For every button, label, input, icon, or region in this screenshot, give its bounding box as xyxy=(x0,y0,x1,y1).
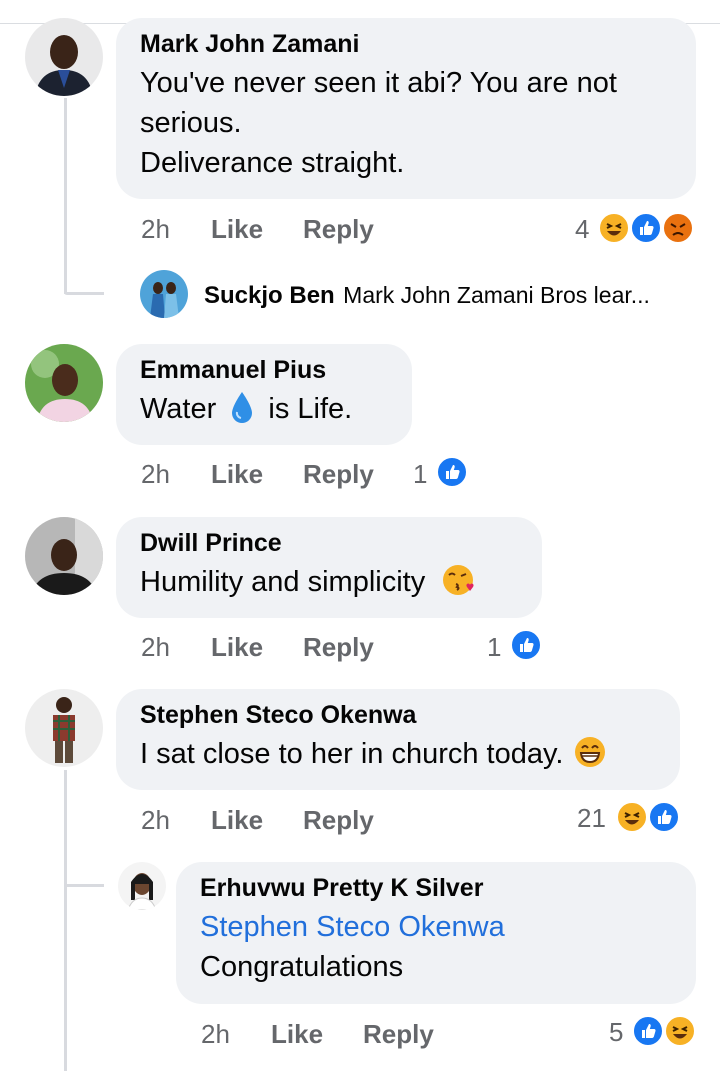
comment-bubble[interactable]: Dwill Prince Humility and simplicity xyxy=(116,517,542,618)
author-name[interactable]: Mark John Zamani xyxy=(140,30,672,59)
author-name[interactable]: Erhuvwu Pretty K Silver xyxy=(200,874,672,903)
reply-button[interactable]: Reply xyxy=(303,214,374,245)
reaction-count[interactable]: 1 xyxy=(487,632,501,663)
avatar[interactable] xyxy=(25,344,103,422)
comment-text: Humility and simplicity xyxy=(140,562,518,608)
reply-button[interactable]: Reply xyxy=(303,459,374,490)
mention-link[interactable]: Stephen Steco Okenwa xyxy=(200,907,672,947)
comment-bubble[interactable]: Emmanuel Pius Water is Life. xyxy=(116,344,412,445)
thread-connector xyxy=(64,292,104,295)
comment-text: Water is Life. xyxy=(140,389,388,435)
like-icon[interactable] xyxy=(510,629,542,661)
reaction-count[interactable]: 5 xyxy=(609,1017,623,1048)
comment-text-line: serious. xyxy=(140,107,242,139)
author-name[interactable]: Emmanuel Pius xyxy=(140,356,388,385)
avatar[interactable] xyxy=(25,18,103,96)
timestamp[interactable]: 2h xyxy=(141,632,170,663)
comment-bubble[interactable]: Stephen Steco Okenwa I sat close to her … xyxy=(116,689,680,790)
reply-text: Congratulations xyxy=(200,951,404,983)
like-icon[interactable] xyxy=(630,212,662,244)
like-button[interactable]: Like xyxy=(211,805,263,836)
avatar[interactable] xyxy=(25,517,103,595)
haha-icon[interactable] xyxy=(616,801,648,833)
reaction-count[interactable]: 1 xyxy=(413,459,427,490)
like-icon[interactable] xyxy=(436,456,468,488)
like-button[interactable]: Like xyxy=(211,214,263,245)
author-name[interactable]: Suckjo Ben xyxy=(204,282,335,309)
comment-text-part: I sat close to her in church today. xyxy=(140,738,564,770)
avatar[interactable] xyxy=(25,689,103,767)
thread-line xyxy=(64,98,67,294)
reply-button[interactable]: Reply xyxy=(363,1019,434,1050)
like-icon[interactable] xyxy=(648,801,680,833)
avatar[interactable] xyxy=(118,862,166,910)
reply-bubble[interactable]: Erhuvwu Pretty K Silver Stephen Steco Ok… xyxy=(176,862,696,1004)
comment-text-part: Humility and simplicity xyxy=(140,566,426,598)
comment-text-part: Water xyxy=(140,393,217,425)
like-button[interactable]: Like xyxy=(211,632,263,663)
reaction-count[interactable]: 4 xyxy=(575,214,589,245)
collapsed-reply[interactable]: Suckjo Ben Mark John Zamani Bros lear... xyxy=(204,282,650,310)
timestamp[interactable]: 2h xyxy=(141,805,170,836)
like-button[interactable]: Like xyxy=(271,1019,323,1050)
timestamp[interactable]: 2h xyxy=(141,214,170,245)
like-button[interactable]: Like xyxy=(211,459,263,490)
comment-text: I sat close to her in church today. xyxy=(140,734,656,780)
grin-emoji-icon xyxy=(573,735,607,780)
timestamp[interactable]: 2h xyxy=(141,459,170,490)
timestamp[interactable]: 2h xyxy=(201,1019,230,1050)
reply-preview: Mark John Zamani Bros lear... xyxy=(343,282,650,308)
angry-icon[interactable] xyxy=(662,212,694,244)
author-name[interactable]: Dwill Prince xyxy=(140,529,518,558)
reply-button[interactable]: Reply xyxy=(303,805,374,836)
comment-bubble[interactable]: Mark John Zamani You've never seen it ab… xyxy=(116,18,696,199)
reaction-count[interactable]: 21 xyxy=(577,803,606,834)
haha-icon[interactable] xyxy=(664,1015,696,1047)
comment-text-part: is Life. xyxy=(268,393,353,425)
avatar[interactable] xyxy=(140,270,188,318)
thread-line xyxy=(64,770,67,1071)
kiss-emoji-icon xyxy=(441,563,475,608)
comment-text-line: Deliverance straight. xyxy=(140,147,405,179)
author-name[interactable]: Stephen Steco Okenwa xyxy=(140,701,656,730)
comment-text-line: You've never seen it abi? You are not xyxy=(140,67,617,99)
thread-connector xyxy=(64,884,104,887)
water-drop-icon xyxy=(230,390,254,435)
haha-icon[interactable] xyxy=(598,212,630,244)
like-icon[interactable] xyxy=(632,1015,664,1047)
reply-button[interactable]: Reply xyxy=(303,632,374,663)
